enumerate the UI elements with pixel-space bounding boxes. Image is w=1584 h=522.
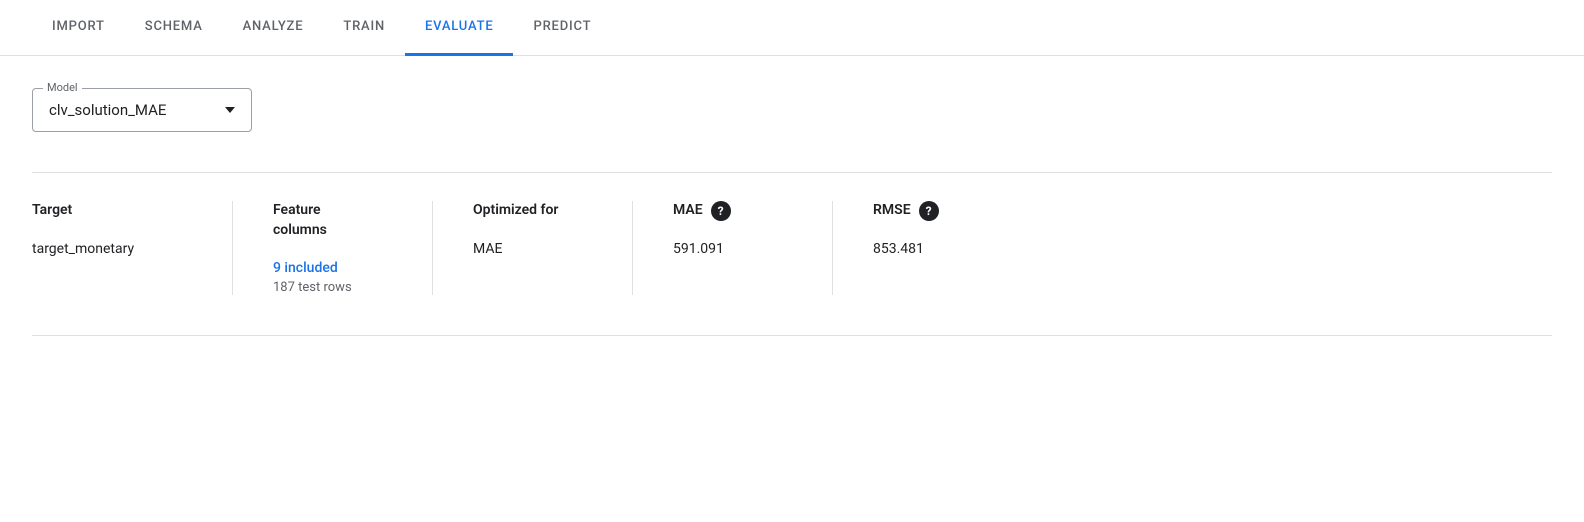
stats-table: Target target_monetary Feature columns 9… — [32, 172, 1552, 295]
main-content: Model clv_solution_MAE Target target_mon… — [0, 56, 1584, 336]
nav-item-predict[interactable]: PREDICT — [513, 0, 611, 56]
model-dropdown-label: Model — [43, 81, 82, 94]
target-header: Target — [32, 201, 192, 221]
model-dropdown[interactable]: Model clv_solution_MAE — [32, 88, 252, 132]
nav-item-analyze[interactable]: ANALYZE — [223, 0, 324, 56]
rmse-value: 853.481 — [873, 241, 992, 257]
stats-col-target: Target target_monetary — [32, 201, 232, 295]
mae-value: 591.091 — [673, 241, 792, 257]
target-value: target_monetary — [32, 241, 192, 257]
feature-columns-link[interactable]: 9 included — [273, 260, 392, 276]
stats-col-rmse: RMSE ? 853.481 — [832, 201, 1032, 295]
feature-columns-header: Feature columns — [273, 201, 392, 240]
model-dropdown-value: clv_solution_MAE — [49, 101, 235, 119]
top-navigation: IMPORT SCHEMA ANALYZE TRAIN EVALUATE PRE… — [0, 0, 1584, 56]
model-dropdown-selected-value: clv_solution_MAE — [49, 101, 166, 119]
mae-header: MAE ? — [673, 201, 792, 221]
optimized-for-header: Optimized for — [473, 201, 592, 221]
rmse-header: RMSE ? — [873, 201, 992, 221]
stats-col-feature-columns: Feature columns 9 included 187 test rows — [232, 201, 432, 295]
nav-item-train[interactable]: TRAIN — [323, 0, 405, 56]
stats-col-optimized-for: Optimized for MAE — [432, 201, 632, 295]
feature-columns-subvalue: 187 test rows — [273, 280, 392, 295]
dropdown-arrow-icon — [225, 107, 235, 113]
mae-help-icon[interactable]: ? — [711, 201, 731, 221]
model-dropdown-wrapper: Model clv_solution_MAE — [32, 88, 1552, 132]
nav-item-evaluate[interactable]: EVALUATE — [405, 0, 513, 56]
stats-col-mae: MAE ? 591.091 — [632, 201, 832, 295]
nav-item-import[interactable]: IMPORT — [32, 0, 125, 56]
rmse-help-icon[interactable]: ? — [919, 201, 939, 221]
optimized-for-value: MAE — [473, 241, 592, 257]
nav-item-schema[interactable]: SCHEMA — [125, 0, 223, 56]
bottom-divider — [32, 335, 1552, 336]
